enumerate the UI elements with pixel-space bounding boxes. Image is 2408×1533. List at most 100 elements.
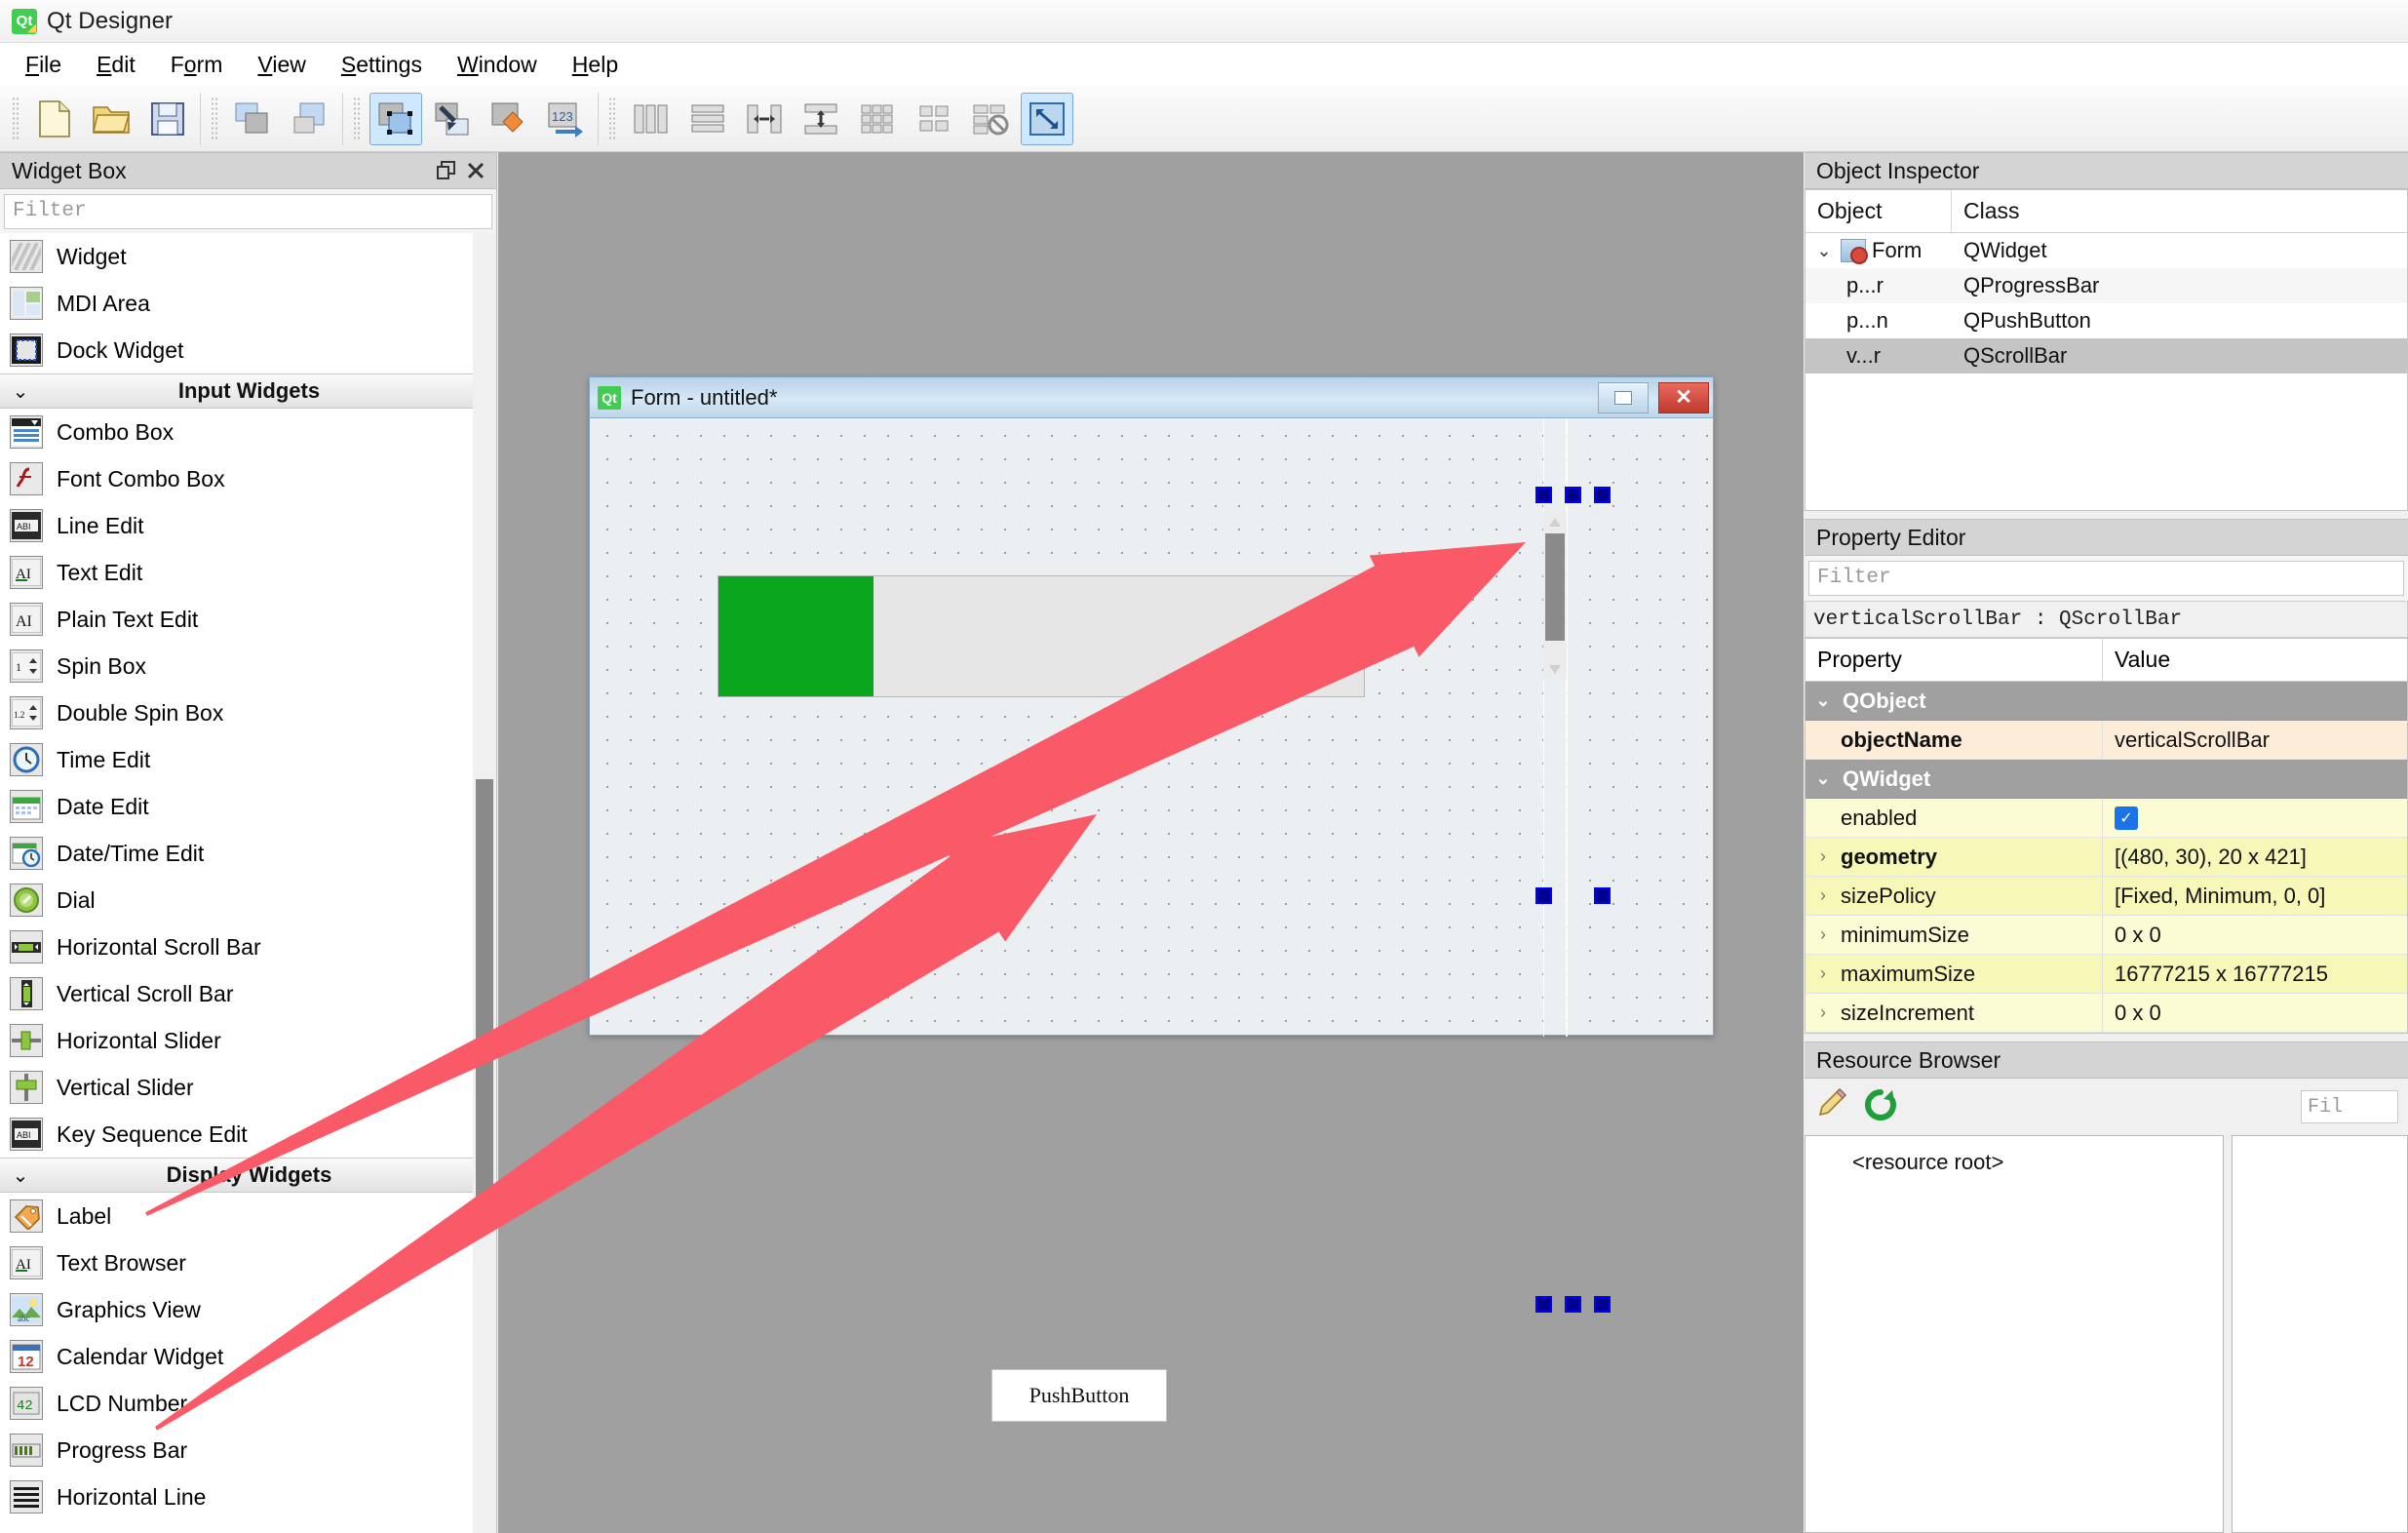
widget-box-item-text-edit[interactable]: AI Text Edit	[0, 549, 496, 596]
selection-handle-top-left[interactable]	[1535, 487, 1552, 503]
layout-in-grid-icon[interactable]	[851, 93, 904, 145]
menu-file[interactable]: File	[10, 48, 77, 82]
menu-settings[interactable]: Settings	[326, 48, 438, 82]
property-row[interactable]: › sizePolicy [Fixed, Minimum, 0, 0]	[1806, 877, 2407, 916]
widget-box-section-display-widgets[interactable]: ⌄ Display Widgets	[0, 1158, 496, 1193]
push-button-widget[interactable]: PushButton	[991, 1369, 1167, 1422]
property-row[interactable]: › geometry [(480, 30), 20 x 421]	[1806, 838, 2407, 877]
object-inspector-table[interactable]: Object Class ⌄ Form QWidget p...r QProgressB…	[1805, 189, 2408, 511]
reload-icon[interactable]	[1863, 1087, 1898, 1127]
widget-box-item-label[interactable]: Label	[0, 1193, 496, 1239]
widget-box-scroll-thumb[interactable]	[476, 779, 493, 1199]
property-row[interactable]: › sizeIncrement 0 x 0	[1806, 994, 2407, 1033]
property-editor-table[interactable]: Property Value ⌄ QObject objectName vertica…	[1805, 638, 2408, 1034]
scrollbar-down-arrow-icon[interactable]	[1549, 665, 1561, 674]
selection-handle-bottom-left[interactable]	[1535, 1296, 1552, 1313]
widget-box-item-mdi-area[interactable]: MDI Area	[0, 280, 496, 327]
object-inspector-row[interactable]: v...r QScrollBar	[1806, 338, 2407, 373]
selection-handle-bottom-center[interactable]	[1565, 1296, 1581, 1313]
adjust-size-icon[interactable]	[1021, 92, 1073, 145]
chevron-right-icon[interactable]: ›	[1811, 924, 1835, 945]
widget-box-item-graphics-view[interactable]: abc Graphics View	[0, 1286, 496, 1333]
toolbar-grip[interactable]	[353, 96, 362, 141]
toolbar-grip[interactable]	[608, 96, 617, 141]
widget-box-item-progress-bar[interactable]: Progress Bar	[0, 1427, 496, 1474]
menu-edit[interactable]: Edit	[81, 48, 151, 82]
widget-box-item-vertical-scroll-bar[interactable]: Vertical Scroll Bar	[0, 970, 496, 1017]
widget-box-item-font-combo-box[interactable]: Font Combo Box	[0, 455, 496, 502]
widget-box-item-date-edit[interactable]: Date Edit	[0, 783, 496, 830]
chevron-right-icon[interactable]: ›	[1811, 1002, 1835, 1023]
widget-box-item-line-edit[interactable]: ABI Line Edit	[0, 502, 496, 549]
open-form-icon[interactable]	[85, 93, 137, 145]
selection-handle-middle-right[interactable]	[1594, 887, 1611, 904]
object-inspector-row[interactable]: p...r QProgressBar	[1806, 268, 2407, 303]
menu-window[interactable]: Window	[442, 48, 553, 82]
widget-box-item-date-time-edit[interactable]: Date/Time Edit	[0, 830, 496, 877]
property-group-qobject[interactable]: ⌄ QObject	[1806, 682, 2407, 721]
widget-box-item-spin-box[interactable]: 1 Spin Box	[0, 643, 496, 689]
property-value-cell[interactable]: 16777215 x 16777215	[2103, 955, 2407, 993]
chevron-right-icon[interactable]: ›	[1811, 885, 1835, 906]
widget-box-item-vertical-slider[interactable]: Vertical Slider	[0, 1064, 496, 1111]
widget-box-item-key-sequence-edit[interactable]: ABI Key Sequence Edit	[0, 1111, 496, 1158]
new-form-icon[interactable]	[28, 93, 81, 145]
property-value-cell[interactable]: [(480, 30), 20 x 421]	[2103, 838, 2407, 876]
menu-help[interactable]: Help	[557, 48, 634, 82]
widget-box-item-horizontal-slider[interactable]: Horizontal Slider	[0, 1017, 496, 1064]
vertical-scroll-bar-widget[interactable]	[1543, 512, 1567, 680]
selection-handle-middle-left[interactable]	[1535, 887, 1552, 904]
selection-handle-bottom-right[interactable]	[1594, 1296, 1611, 1313]
layout-vertically-splitter-icon[interactable]	[795, 93, 847, 145]
property-value-cell[interactable]: [Fixed, Minimum, 0, 0]	[2103, 877, 2407, 915]
edit-buddies-icon[interactable]	[483, 93, 535, 145]
form-close-button[interactable]: ✕	[1658, 381, 1709, 413]
chevron-right-icon[interactable]: ›	[1811, 846, 1835, 867]
enabled-checkbox[interactable]: ✓	[2115, 806, 2138, 830]
pencil-icon[interactable]	[1814, 1085, 1849, 1128]
chevron-down-icon[interactable]: ⌄	[1813, 241, 1835, 261]
widget-box-item-dial[interactable]: Dial	[0, 877, 496, 924]
property-row[interactable]: enabled ✓	[1806, 799, 2407, 838]
widget-box-scrollbar[interactable]	[473, 233, 496, 1533]
edit-signals-slots-icon[interactable]	[426, 93, 479, 145]
widget-box-item-text-browser[interactable]: AI Text Browser	[0, 1239, 496, 1286]
float-icon[interactable]	[432, 156, 461, 185]
selection-handle-top-center[interactable]	[1565, 487, 1581, 503]
form-canvas[interactable]: 24% PushButton	[590, 418, 1713, 1422]
resource-root-item[interactable]: <resource root>	[1852, 1150, 2003, 1174]
layout-horizontally-splitter-icon[interactable]	[738, 93, 791, 145]
scrollbar-up-arrow-icon[interactable]	[1549, 518, 1561, 527]
resource-browser-preview[interactable]	[2232, 1135, 2408, 1533]
chevron-right-icon[interactable]: ›	[1811, 963, 1835, 984]
layout-vertically-icon[interactable]	[681, 93, 734, 145]
scrollbar-thumb[interactable]	[1545, 533, 1565, 641]
property-row[interactable]: › maximumSize 16777215 x 16777215	[1806, 955, 2407, 994]
widget-box-item-dock-widget[interactable]: Dock Widget	[0, 327, 496, 373]
toolbar-grip[interactable]	[12, 96, 20, 141]
widget-box-item-plain-text-edit[interactable]: AI Plain Text Edit	[0, 596, 496, 643]
widget-box-section-input-widgets[interactable]: ⌄ Input Widgets	[0, 373, 496, 409]
undo-icon[interactable]	[227, 93, 280, 145]
toolbar-grip[interactable]	[211, 96, 219, 141]
widget-box-item-widget[interactable]: Widget	[0, 233, 496, 280]
property-row[interactable]: › minimumSize 0 x 0	[1806, 916, 2407, 955]
property-value-cell[interactable]: verticalScrollBar	[2103, 721, 2407, 759]
edit-tab-order-icon[interactable]: 123	[539, 93, 592, 145]
widget-box-item-double-spin-box[interactable]: 1.2 Double Spin Box	[0, 689, 496, 736]
menu-form[interactable]: Form	[155, 48, 239, 82]
menu-view[interactable]: View	[242, 48, 321, 82]
widget-box-list[interactable]: Widget MDI Area Dock Widget ⌄ Input Widgets C…	[0, 233, 496, 1533]
object-inspector-row[interactable]: ⌄ Form QWidget	[1806, 233, 2407, 268]
layout-in-form-icon[interactable]	[908, 93, 960, 145]
widget-box-item-horizontal-scroll-bar[interactable]: Horizontal Scroll Bar	[0, 924, 496, 970]
widget-box-item-combo-box[interactable]: Combo Box	[0, 409, 496, 455]
property-group-qwidget[interactable]: ⌄ QWidget	[1806, 760, 2407, 799]
property-value-cell[interactable]: 0 x 0	[2103, 994, 2407, 1032]
break-layout-icon[interactable]	[964, 93, 1017, 145]
widget-box-item-calendar-widget[interactable]: 12 Calendar Widget	[0, 1333, 496, 1380]
widget-box-filter-input[interactable]: Filter	[4, 194, 492, 229]
object-inspector-row[interactable]: p...n QPushButton	[1806, 303, 2407, 338]
progress-bar-widget[interactable]	[718, 575, 1365, 697]
resource-browser-tree[interactable]: <resource root>	[1805, 1135, 2224, 1533]
